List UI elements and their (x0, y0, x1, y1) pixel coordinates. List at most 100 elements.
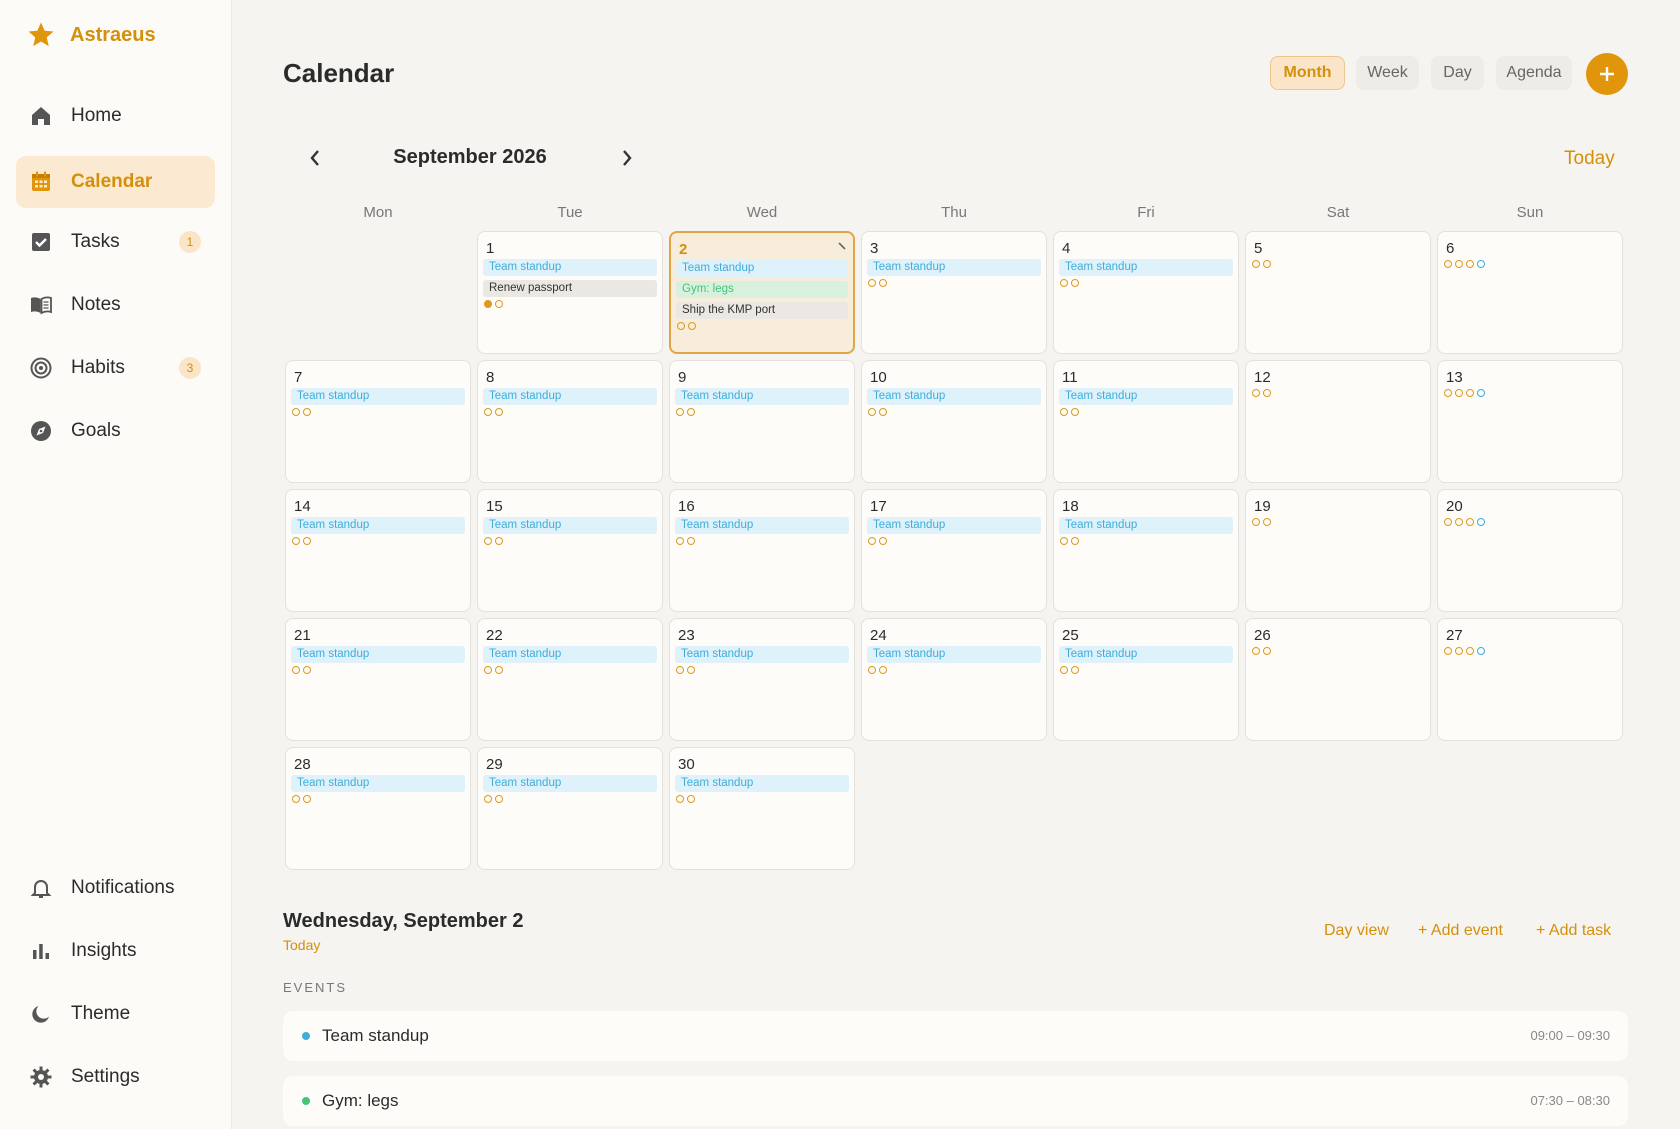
add-task-link[interactable]: + Add task (1536, 922, 1611, 940)
today-button[interactable]: Today (1564, 148, 1615, 170)
event-row[interactable]: Team standup 09:00 – 09:30 (283, 1011, 1628, 1061)
calendar-day-cell[interactable]: 3 Team standup (861, 231, 1047, 354)
view-week-button[interactable]: Week (1356, 56, 1419, 90)
event-chip[interactable]: Team standup (675, 517, 849, 534)
calendar-day-cell[interactable]: 6 (1437, 231, 1623, 354)
indicator-dot (1263, 260, 1271, 268)
home-icon (28, 103, 54, 129)
event-chip[interactable]: Team standup (867, 646, 1041, 663)
event-row[interactable]: Gym: legs 07:30 – 08:30 (283, 1076, 1628, 1126)
calendar-day-cell[interactable]: 7 Team standup (285, 360, 471, 483)
event-chip[interactable]: Team standup (1059, 517, 1233, 534)
calendar-day-cell[interactable]: 30 Team standup (669, 747, 855, 870)
day-number: 2 (679, 241, 688, 258)
indicator-dot (1477, 647, 1485, 655)
next-month-button[interactable] (615, 146, 639, 170)
calendar-day-cell[interactable]: 5 (1245, 231, 1431, 354)
calendar-day-cell[interactable]: 13 (1437, 360, 1623, 483)
day-indicator-dots (676, 408, 695, 416)
day-indicator-dots (1444, 518, 1485, 526)
sidebar-item-settings[interactable]: Settings (16, 1051, 215, 1103)
event-chip[interactable]: Ship the KMP port (676, 302, 848, 319)
event-chip[interactable]: Team standup (1059, 259, 1233, 276)
view-agenda-button[interactable]: Agenda (1496, 56, 1572, 90)
event-chip[interactable]: Renew passport (483, 280, 657, 297)
calendar-day-cell[interactable]: 17 Team standup (861, 489, 1047, 612)
bell-icon (28, 875, 54, 901)
sidebar-item-goals[interactable]: Goals (16, 405, 215, 457)
calendar-day-cell[interactable]: 10 Team standup (861, 360, 1047, 483)
calendar-day-cell[interactable]: 8 Team standup (477, 360, 663, 483)
sidebar-item-tasks[interactable]: Tasks 1 (16, 216, 215, 268)
calendar-day-cell[interactable]: 9 Team standup (669, 360, 855, 483)
calendar-day-cell[interactable]: 29 Team standup (477, 747, 663, 870)
calendar-day-cell[interactable]: 28 Team standup (285, 747, 471, 870)
event-chip[interactable]: Team standup (867, 259, 1041, 276)
add-event-link[interactable]: + Add event (1418, 922, 1503, 940)
event-chip[interactable]: Team standup (483, 517, 657, 534)
event-chip[interactable]: Team standup (1059, 388, 1233, 405)
calendar-day-cell[interactable]: 24 Team standup (861, 618, 1047, 741)
event-chip[interactable]: Team standup (1059, 646, 1233, 663)
brand[interactable]: Astraeus (26, 20, 156, 50)
calendar-day-cell[interactable]: 22 Team standup (477, 618, 663, 741)
sidebar-item-home[interactable]: Home (16, 90, 215, 142)
event-chip[interactable]: Team standup (483, 775, 657, 792)
indicator-dot (688, 322, 696, 330)
indicator-dot (495, 666, 503, 674)
prev-month-button[interactable] (303, 146, 327, 170)
calendar-day-cell[interactable]: 27 (1437, 618, 1623, 741)
indicator-dot (1444, 260, 1452, 268)
indicator-dot (484, 666, 492, 674)
calendar-day-cell[interactable]: 19 (1245, 489, 1431, 612)
indicator-dot (1071, 408, 1079, 416)
sidebar-item-notes[interactable]: Notes (16, 279, 215, 331)
calendar-day-cell[interactable]: 26 (1245, 618, 1431, 741)
calendar-day-cell[interactable]: 15 Team standup (477, 489, 663, 612)
sidebar-item-insights[interactable]: Insights (16, 925, 215, 977)
calendar-day-cell[interactable]: 12 (1245, 360, 1431, 483)
indicator-dot (676, 408, 684, 416)
calendar-day-cell[interactable]: 25 Team standup (1053, 618, 1239, 741)
calendar-day-cell[interactable]: 4 Team standup (1053, 231, 1239, 354)
event-chip[interactable]: Team standup (675, 775, 849, 792)
event-chip[interactable]: Team standup (675, 646, 849, 663)
add-button[interactable] (1586, 53, 1628, 95)
calendar-day-cell[interactable]: 23 Team standup (669, 618, 855, 741)
compass-icon (28, 418, 54, 444)
day-view-link[interactable]: Day view (1324, 922, 1389, 940)
indicator-dot (879, 537, 887, 545)
day-number: 25 (1062, 627, 1079, 644)
calendar-day-cell[interactable]: 16 Team standup (669, 489, 855, 612)
event-chip[interactable]: Team standup (676, 260, 848, 277)
calendar-day-cell[interactable]: 14 Team standup (285, 489, 471, 612)
event-chip[interactable]: Team standup (867, 388, 1041, 405)
sidebar-item-theme[interactable]: Theme (16, 988, 215, 1040)
event-chip[interactable]: Gym: legs (676, 281, 848, 298)
event-chip[interactable]: Team standup (483, 388, 657, 405)
calendar-day-cell[interactable]: 18 Team standup (1053, 489, 1239, 612)
event-chip[interactable]: Team standup (291, 775, 465, 792)
event-chip[interactable]: Team standup (483, 646, 657, 663)
sidebar-item-notifications[interactable]: Notifications (16, 862, 215, 914)
edit-icon[interactable] (837, 241, 847, 251)
calendar-day-cell[interactable]: 11 Team standup (1053, 360, 1239, 483)
sidebar-item-calendar[interactable]: Calendar (16, 156, 215, 208)
event-chip[interactable]: Team standup (675, 388, 849, 405)
indicator-dot (1060, 279, 1068, 287)
calendar-day-cell[interactable]: 1 Team standup Renew passport (477, 231, 663, 354)
event-chip[interactable]: Team standup (291, 388, 465, 405)
event-chip[interactable]: Team standup (291, 646, 465, 663)
calendar-day-cell[interactable]: 2 Team standup Gym: legs Ship the KMP port (669, 231, 855, 354)
calendar-day-cell[interactable]: 21 Team standup (285, 618, 471, 741)
event-chip[interactable]: Team standup (483, 259, 657, 276)
indicator-dot (292, 537, 300, 545)
view-month-button[interactable]: Month (1270, 56, 1345, 90)
event-chip[interactable]: Team standup (867, 517, 1041, 534)
day-number: 20 (1446, 498, 1463, 515)
event-chip[interactable]: Team standup (291, 517, 465, 534)
day-number: 26 (1254, 627, 1271, 644)
sidebar-item-habits[interactable]: Habits 3 (16, 342, 215, 394)
view-day-button[interactable]: Day (1431, 56, 1484, 90)
calendar-day-cell[interactable]: 20 (1437, 489, 1623, 612)
